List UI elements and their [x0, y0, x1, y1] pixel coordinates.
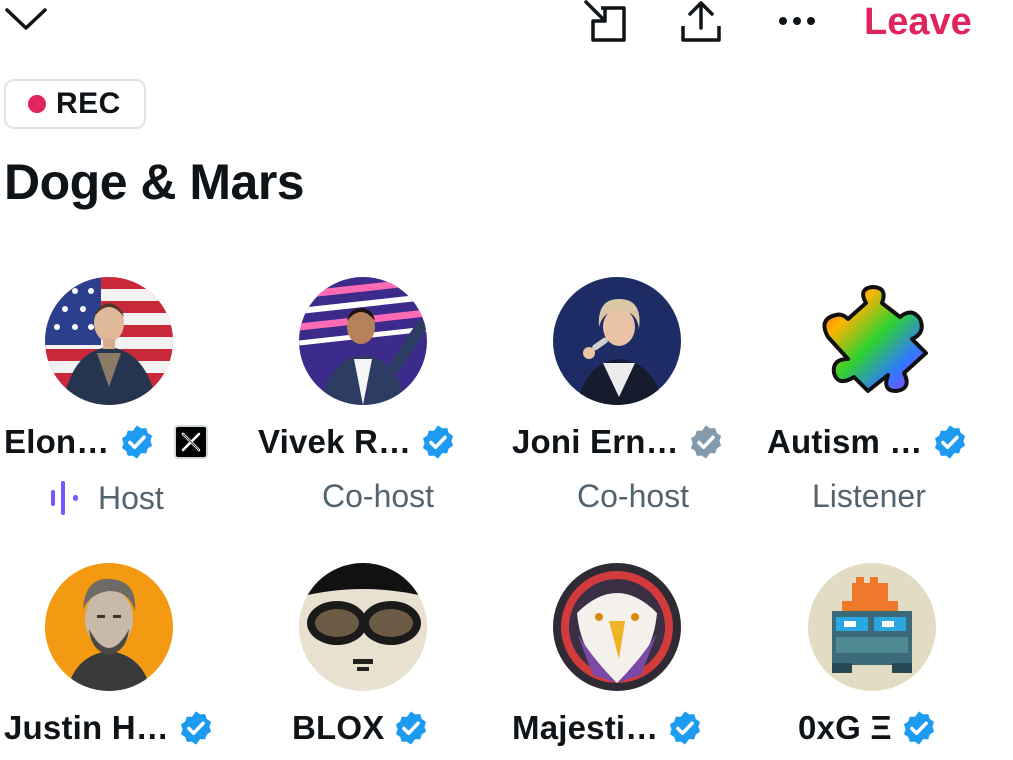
- verified-badge-icon: [419, 423, 457, 461]
- picture-in-picture-button[interactable]: [580, 0, 632, 44]
- verified-badge-icon: [177, 709, 215, 747]
- recording-dot: [28, 95, 46, 113]
- participant-name: Justin H…: [4, 709, 169, 746]
- avatar: [553, 277, 681, 405]
- more-button[interactable]: [772, 6, 822, 36]
- chevron-down-icon: [5, 8, 47, 30]
- verified-badge-icon: [118, 423, 156, 461]
- participant-name: Majesti…: [512, 709, 659, 746]
- verified-badge-icon: [900, 709, 938, 747]
- picture-in-picture-icon: [584, 0, 626, 42]
- avatar: [45, 563, 173, 691]
- recording-badge: REC: [4, 79, 146, 129]
- participant-name: Vivek R…: [258, 423, 412, 460]
- avatar: [553, 563, 681, 691]
- avatar: [45, 277, 173, 405]
- avatar: [299, 277, 427, 405]
- collapse-button[interactable]: [2, 0, 50, 38]
- avatar: [808, 563, 936, 691]
- x-affiliate-badge-icon: [173, 425, 208, 459]
- verified-badge-icon: [931, 423, 969, 461]
- participant-name: Joni Ern…: [512, 423, 679, 460]
- participant-role: Host: [98, 479, 164, 516]
- participant-role: Listener: [812, 478, 926, 514]
- participant-name: Elon…: [4, 423, 110, 460]
- sound-wave-icon: [51, 481, 78, 515]
- participant-name: Autism …: [767, 423, 923, 460]
- participant-name: 0xG Ξ: [798, 709, 892, 746]
- recording-label: REC: [56, 87, 121, 120]
- avatar: [299, 563, 427, 691]
- verified-badge-icon: [392, 709, 430, 747]
- participant-role: Co-host: [322, 478, 435, 514]
- space-title: Doge & Mars: [4, 154, 305, 210]
- share-icon: [681, 1, 721, 42]
- avatar: [808, 277, 936, 405]
- verified-badge-icon: [687, 423, 725, 461]
- leave-button[interactable]: Leave: [864, 0, 972, 44]
- more-horizontal-icon: [779, 17, 815, 25]
- share-button[interactable]: [676, 0, 726, 44]
- participant-name: BLOX: [292, 709, 385, 746]
- participant-role: Co-host: [577, 478, 690, 514]
- verified-badge-icon: [666, 709, 704, 747]
